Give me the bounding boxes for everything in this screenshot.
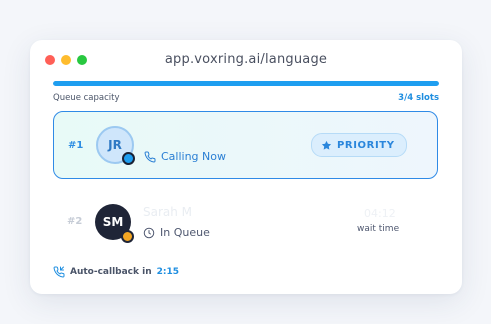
star-icon [321, 140, 332, 150]
call-status-text: Calling Now [161, 150, 226, 163]
capacity-value: 3/4 slots [398, 93, 439, 103]
browser-window: app.voxring.ai/language Queue capacity 3… [30, 40, 462, 294]
auto-callback-time: 2:15 [156, 267, 180, 277]
phone-callback-icon [53, 266, 65, 278]
avatar: JR [96, 126, 135, 165]
wait-time-label: wait time [357, 224, 400, 234]
priority-badge-text: PRIORITY [337, 139, 395, 151]
status-indicator-dot [121, 230, 134, 243]
caller-name: Sarah M [143, 205, 193, 219]
auto-callback-label: Auto-callback in [70, 267, 152, 277]
url-text: app.voxring.ai/language [164, 52, 328, 67]
avatar-initials: JR [108, 138, 122, 152]
queue-item-active[interactable]: #1 JR Calling Now PRIORITY [53, 111, 438, 179]
clock-icon [143, 227, 155, 238]
wait-time-value: 04:12 [364, 207, 396, 220]
title-bar: app.voxring.ai/language [30, 40, 462, 82]
auto-callback: Auto-callback in 2:15 [53, 266, 179, 278]
call-status-text: In Queue [160, 226, 210, 239]
avatar: SM [95, 204, 134, 243]
queue-rank: #2 [67, 216, 83, 227]
capacity-bar-fill [53, 81, 439, 86]
queue-rank: #1 [68, 140, 84, 151]
status-indicator-dot [122, 152, 135, 165]
call-status: Calling Now [144, 150, 226, 163]
call-status: In Queue [143, 226, 210, 239]
capacity-label: Queue capacity [53, 93, 120, 103]
phone-icon [144, 150, 156, 162]
avatar-initials: SM [102, 215, 124, 229]
priority-badge: PRIORITY [311, 133, 407, 157]
capacity-bar [53, 81, 439, 86]
